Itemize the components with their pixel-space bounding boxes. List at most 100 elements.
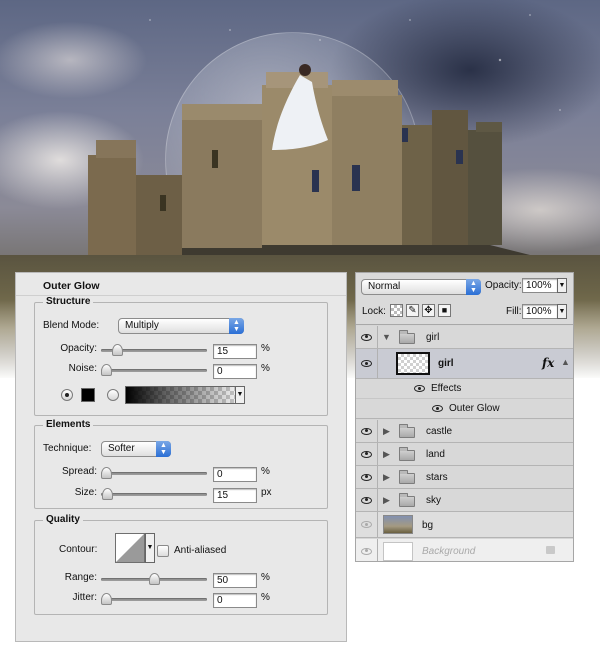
outer-glow-effect-row[interactable]: Outer Glow	[356, 399, 573, 419]
expand-effects-triangle-icon[interactable]: ▲	[561, 357, 570, 367]
layer-row-bg[interactable]: bg	[356, 512, 573, 538]
layer-opacity-label: Opacity:	[485, 280, 522, 291]
expand-triangle-icon[interactable]: ▶	[383, 426, 390, 437]
size-slider[interactable]	[101, 488, 207, 500]
expand-triangle-icon[interactable]: ▶	[383, 449, 390, 460]
noise-slider-thumb[interactable]	[101, 364, 112, 376]
blend-mode-select[interactable]: Multiply ▲ ▼	[118, 318, 244, 334]
expand-triangle-icon[interactable]: ▶	[383, 472, 390, 483]
contour-preview[interactable]	[115, 533, 145, 563]
eye-icon[interactable]	[432, 405, 443, 412]
layer-name: land	[426, 449, 445, 460]
layer-blend-mode-value: Normal	[368, 281, 401, 292]
folder-icon	[399, 330, 415, 344]
contour-curve-icon	[116, 534, 144, 562]
technique-select[interactable]: Softer ▲ ▼	[101, 441, 171, 457]
visibility-toggle[interactable]	[356, 489, 378, 511]
layer-row-castle[interactable]: ▶ castle	[356, 420, 573, 443]
layer-name: girl	[438, 358, 454, 369]
visibility-toggle[interactable]	[356, 539, 378, 561]
range-field[interactable]: 50	[213, 573, 257, 588]
layers-toolbar: Normal ▲ ▼ Opacity: 100% ▼ Lock: ✎ ✥ ■ Fi…	[356, 273, 573, 325]
effect-name: Outer Glow	[449, 403, 500, 414]
popup-arrows-icon: ▲ ▼	[229, 318, 244, 334]
eye-icon[interactable]	[414, 385, 425, 392]
layer-row-girl[interactable]: girl fx ▲	[356, 349, 573, 379]
noise-slider[interactable]	[101, 364, 207, 376]
visibility-toggle[interactable]	[356, 420, 378, 442]
technique-value: Softer	[108, 443, 135, 454]
eye-icon	[361, 333, 372, 341]
opacity-field[interactable]: 15	[213, 344, 257, 359]
layer-thumbnail	[383, 542, 413, 561]
gradient-picker[interactable]	[125, 386, 245, 404]
eye-icon	[361, 547, 372, 555]
range-unit: %	[261, 572, 270, 583]
eye-icon	[361, 427, 372, 435]
lock-transparency-icon[interactable]	[390, 304, 403, 317]
visibility-toggle[interactable]	[356, 443, 378, 465]
effects-label: Effects	[431, 383, 462, 394]
spread-unit: %	[261, 466, 270, 477]
jitter-field[interactable]: 0	[213, 593, 257, 608]
solid-color-radio[interactable]	[61, 389, 73, 401]
elements-group: Elements Technique: Softer ▲ ▼ Spread: 0 …	[34, 419, 328, 509]
folder-icon	[399, 424, 415, 438]
layer-row-land[interactable]: ▶ land	[356, 443, 573, 466]
visibility-toggle[interactable]	[356, 512, 378, 537]
range-slider[interactable]	[101, 573, 207, 585]
noise-field[interactable]: 0	[213, 364, 257, 379]
glow-color-swatch[interactable]	[81, 388, 95, 402]
layer-row-girl-group[interactable]: ▼ girl	[356, 326, 573, 349]
visibility-toggle[interactable]	[356, 466, 378, 488]
gradient-radio[interactable]	[107, 389, 119, 401]
lock-all-icon[interactable]: ■	[438, 304, 451, 317]
layer-opacity-arrow-icon[interactable]: ▼	[557, 278, 567, 293]
lock-move-icon[interactable]: ✥	[422, 304, 435, 317]
layer-name: Background	[422, 546, 476, 557]
fill-arrow-icon[interactable]: ▼	[557, 304, 567, 319]
opacity-slider-thumb[interactable]	[111, 344, 123, 356]
layer-row-background[interactable]: Background	[356, 539, 573, 561]
eye-icon	[361, 496, 372, 504]
collapse-triangle-icon[interactable]: ▼	[382, 332, 391, 342]
layer-row-sky[interactable]: ▶ sky	[356, 489, 573, 512]
jitter-slider-thumb[interactable]	[101, 593, 112, 605]
spread-field[interactable]: 0	[213, 467, 257, 482]
eye-icon	[361, 360, 372, 367]
blend-mode-value: Multiply	[125, 320, 159, 331]
contour-dropdown-arrow-icon[interactable]: ▼	[145, 533, 155, 563]
spread-slider[interactable]	[101, 467, 207, 479]
opacity-slider[interactable]	[101, 344, 207, 356]
structure-group: Structure Blend Mode: Multiply ▲ ▼ Opacit…	[34, 296, 328, 416]
effect-eye-cell	[356, 399, 378, 418]
effects-row[interactable]: Effects	[356, 379, 573, 399]
range-slider-thumb[interactable]	[149, 573, 160, 585]
anti-aliased-label: Anti-aliased	[174, 545, 227, 556]
layer-name: stars	[426, 472, 448, 483]
layer-thumbnail	[383, 515, 413, 534]
fx-icon[interactable]: fx	[542, 356, 554, 370]
layer-opacity-field[interactable]: 100%	[522, 278, 558, 293]
layer-name: sky	[426, 495, 441, 506]
opacity-unit: %	[261, 343, 270, 354]
lock-label: Lock:	[362, 306, 386, 317]
fill-label: Fill:	[506, 306, 522, 317]
expand-triangle-icon[interactable]: ▶	[383, 495, 390, 506]
quality-group: Quality Contour: ▼ Anti-aliased Range: 5…	[34, 514, 328, 615]
layer-blend-mode-select[interactable]: Normal ▲ ▼	[361, 279, 481, 295]
effects-eye-cell	[356, 379, 378, 398]
gradient-dropdown-arrow-icon[interactable]: ▼	[235, 386, 245, 404]
visibility-toggle[interactable]	[356, 349, 378, 378]
jitter-slider[interactable]	[101, 593, 207, 605]
visibility-toggle[interactable]	[356, 326, 378, 348]
size-field[interactable]: 15	[213, 488, 257, 503]
lock-brush-icon[interactable]: ✎	[406, 304, 419, 317]
layer-row-stars[interactable]: ▶ stars	[356, 466, 573, 489]
fill-field[interactable]: 100%	[522, 304, 558, 319]
anti-aliased-checkbox[interactable]	[157, 545, 169, 557]
spread-slider-thumb[interactable]	[101, 467, 112, 479]
jitter-unit: %	[261, 592, 270, 603]
eye-icon	[361, 450, 372, 458]
size-slider-thumb[interactable]	[102, 488, 114, 500]
